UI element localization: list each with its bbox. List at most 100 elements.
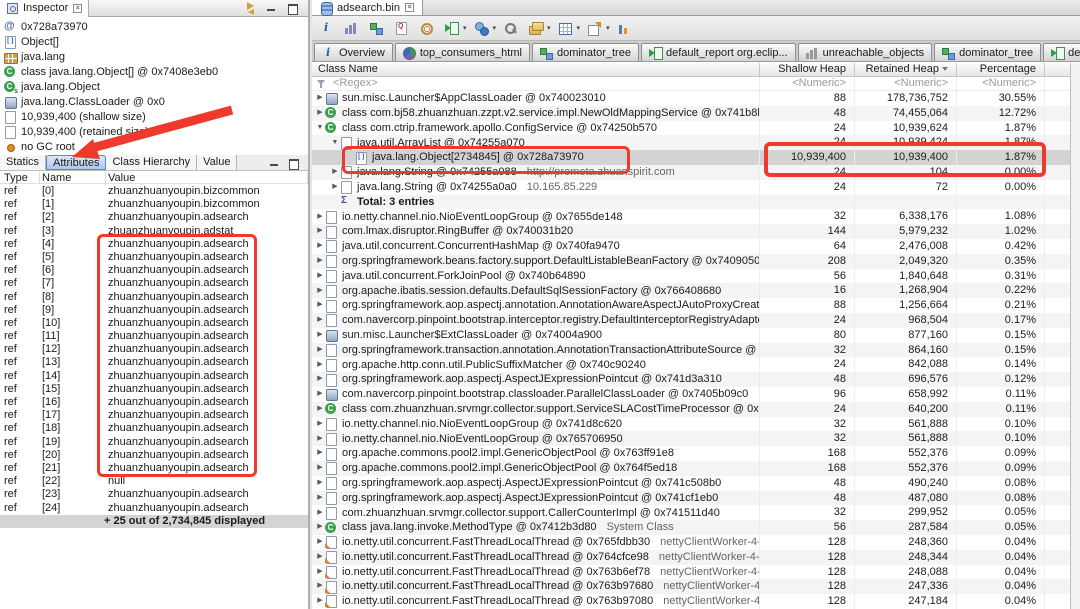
expander-icon[interactable]: ▼ [315,121,325,135]
heap-row[interactable]: Total: 3 entries [312,195,1080,210]
attribute-row[interactable]: ref[12]zhuanzhuanyoupin.adsearch [0,343,308,356]
attribute-row[interactable]: ref[23]zhuanzhuanyoupin.adsearch [0,488,308,501]
heap-row[interactable]: ▶com.navercorp.pinpoint.bootstrap.interc… [312,313,1080,328]
inspector-tree-item[interactable]: 10,939,400 (retained size) [0,124,308,139]
inspector-tab-statics[interactable]: Statics [0,155,46,170]
heap-row[interactable]: ▶io.netty.util.concurrent.FastThreadLoca… [312,565,1080,580]
expander-icon[interactable]: ▶ [315,210,325,224]
compare-icon-button[interactable] [618,22,635,34]
heap-row[interactable]: java.lang.Object[2734845] @ 0x728a739701… [312,150,1080,165]
expander-icon[interactable]: ▶ [315,106,325,120]
expander-icon[interactable]: ▶ [315,343,325,357]
heap-row[interactable]: ▶sun.misc.Launcher$ExtClassLoader @ 0x74… [312,328,1080,343]
heap-row[interactable]: ▶com.lmax.disruptor.RingBuffer @ 0x74003… [312,224,1080,239]
export-icon-button[interactable]: ▾ [588,22,610,34]
inspector-tree-item[interactable]: java.lang.Object [0,79,308,94]
inspector-tree-item[interactable]: no GC root [0,139,308,154]
heap-row[interactable]: ▶org.springframework.beans.factory.suppo… [312,254,1080,269]
expander-icon[interactable]: ▶ [315,491,325,505]
heap-row[interactable]: ▶java.lang.String @ 0x74255a0a010.165.85… [312,180,1080,195]
heap-row[interactable]: ▶java.lang.String @ 0x74255a088http://pr… [312,165,1080,180]
result-tab-default-report-org-eclip-[interactable]: default_report org.eclip... [641,43,796,61]
maximize-icon[interactable] [287,2,300,14]
heap-row[interactable]: ▶io.netty.util.concurrent.FastThreadLoca… [312,535,1080,550]
expander-icon[interactable]: ▶ [315,254,325,268]
expander-icon[interactable]: ▼ [330,136,340,150]
heap-row[interactable]: ▶org.apache.http.conn.util.PublicSuffixM… [312,357,1080,372]
heap-row[interactable]: ▶org.apache.commons.pool2.impl.GenericOb… [312,446,1080,461]
expander-icon[interactable]: ▶ [315,284,325,298]
expander-icon[interactable]: ▶ [315,579,325,593]
result-tab-top-consumers-html[interactable]: top_consumers_html [395,43,530,61]
attribute-row[interactable]: ref[4]zhuanzhuanyoupin.adsearch [0,238,308,251]
heap-row[interactable]: ▶io.netty.util.concurrent.FastThreadLoca… [312,579,1080,594]
heap-row[interactable]: ▶io.netty.util.concurrent.FastThreadLoca… [312,550,1080,565]
column-retained-heap[interactable]: Retained Heap [855,63,957,76]
column-name[interactable]: Name [40,172,106,183]
result-tab-default-report-org-eclip-[interactable]: default_report org.eclip... [1043,43,1080,61]
dominator-tree-icon-button[interactable] [370,22,387,34]
heap-row[interactable]: ▶org.springframework.aop.aspectj.annotat… [312,298,1080,313]
heap-row[interactable]: ▶com.zhuanzhuan.srvmgr.collector.support… [312,505,1080,520]
heap-row[interactable]: ▶org.apache.commons.pool2.impl.GenericOb… [312,461,1080,476]
expander-icon[interactable]: ▶ [315,328,325,342]
expander-icon[interactable]: ▶ [315,298,325,312]
attribute-row[interactable]: ref[2]zhuanzhuanyoupin.adsearch [0,211,308,224]
minimize-icon[interactable] [266,2,279,14]
heap-row[interactable]: ▶java.util.concurrent.ConcurrentHashMap … [312,239,1080,254]
inspector-tree-item[interactable]: 10,939,400 (shallow size) [0,109,308,124]
inspector-tab-attributes[interactable]: Attributes [46,155,106,170]
inspector-tree-item[interactable]: java.lang.ClassLoader @ 0x0 [0,94,308,109]
expander-icon[interactable]: ▶ [315,432,325,446]
info-icon-button[interactable] [320,22,337,34]
dropdown-arrow-icon[interactable]: ▾ [606,24,610,32]
column-shallow-heap[interactable]: Shallow Heap [760,63,855,76]
inspector-tab-class-hierarchy[interactable]: Class Hierarchy [106,155,197,170]
heap-row[interactable]: ▶io.netty.channel.nio.NioEventLoopGroup … [312,209,1080,224]
expander-icon[interactable]: ▶ [315,239,325,253]
heap-row[interactable]: ▶org.springframework.aop.aspectj.AspectJ… [312,372,1080,387]
expander-icon[interactable]: ▶ [315,535,325,549]
inspector-view-tab[interactable]: Inspector [0,0,89,17]
run-report-icon-button[interactable]: ▾ [445,22,467,34]
regex-filter[interactable]: <Regex> [312,77,760,90]
heap-row[interactable]: ▶org.springframework.aop.aspectj.AspectJ… [312,476,1080,491]
attribute-row[interactable]: ref[19]zhuanzhuanyoupin.adsearch [0,436,308,449]
expander-icon[interactable]: ▶ [315,550,325,564]
dropdown-arrow-icon[interactable]: ▾ [547,24,551,32]
heap-row[interactable]: ▶java.util.concurrent.ForkJoinPool @ 0x7… [312,269,1080,284]
query-browser-icon-button[interactable]: ▾ [475,22,497,34]
editor-tab-adsearch[interactable]: adsearch.bin [312,0,423,15]
dropdown-arrow-icon[interactable]: ▾ [463,24,467,32]
column-class-name[interactable]: Class Name [312,63,760,76]
attribute-row[interactable]: ref[5]zhuanzhuanyoupin.adsearch [0,251,308,264]
inspector-tree-item[interactable]: java.lang [0,49,308,64]
attribute-row[interactable]: ref[14]zhuanzhuanyoupin.adsearch [0,370,308,383]
attribute-row[interactable]: ref[1]zhuanzhuanyoupin.bizcommon [0,198,308,211]
heap-row[interactable]: ▶class java.lang.invoke.MethodType @ 0x7… [312,520,1080,535]
expander-icon[interactable]: ▶ [315,446,325,460]
expander-icon[interactable]: ▶ [315,594,325,608]
attribute-row[interactable]: ref[7]zhuanzhuanyoupin.adsearch [0,277,308,290]
expander-icon[interactable]: ▶ [315,269,325,283]
inspector-tree-item[interactable]: class java.lang.Object[] @ 0x7408e3eb0 [0,64,308,79]
expander-icon[interactable]: ▶ [315,387,325,401]
expander-icon[interactable]: ▶ [330,165,340,179]
heap-row[interactable]: ▶org.apache.ibatis.session.defaults.Defa… [312,283,1080,298]
attribute-row[interactable]: ref[0]zhuanzhuanyoupin.bizcommon [0,185,308,198]
expander-icon[interactable]: ▶ [315,476,325,490]
minimize-icon[interactable] [269,157,282,169]
expander-icon[interactable]: ▶ [315,565,325,579]
expander-icon[interactable]: ▶ [315,224,325,238]
heap-row[interactable]: ▶io.netty.util.concurrent.FastThreadLoca… [312,594,1080,609]
heap-row[interactable]: ▼class com.ctrip.framework.apollo.Config… [312,121,1080,136]
attribute-row[interactable]: ref[20]zhuanzhuanyoupin.adsearch [0,449,308,462]
attribute-row[interactable]: ref[8]zhuanzhuanyoupin.adsearch [0,291,308,304]
heap-row[interactable]: ▶org.springframework.transaction.annotat… [312,343,1080,358]
calculator-icon-button[interactable]: ▾ [559,22,581,34]
close-icon[interactable] [405,3,414,12]
thread-overview-icon-button[interactable] [420,22,437,34]
expander-icon[interactable]: ▶ [315,91,325,105]
attribute-row[interactable]: ref[21]zhuanzhuanyoupin.adsearch [0,462,308,475]
attribute-row[interactable]: ref[17]zhuanzhuanyoupin.adsearch [0,409,308,422]
